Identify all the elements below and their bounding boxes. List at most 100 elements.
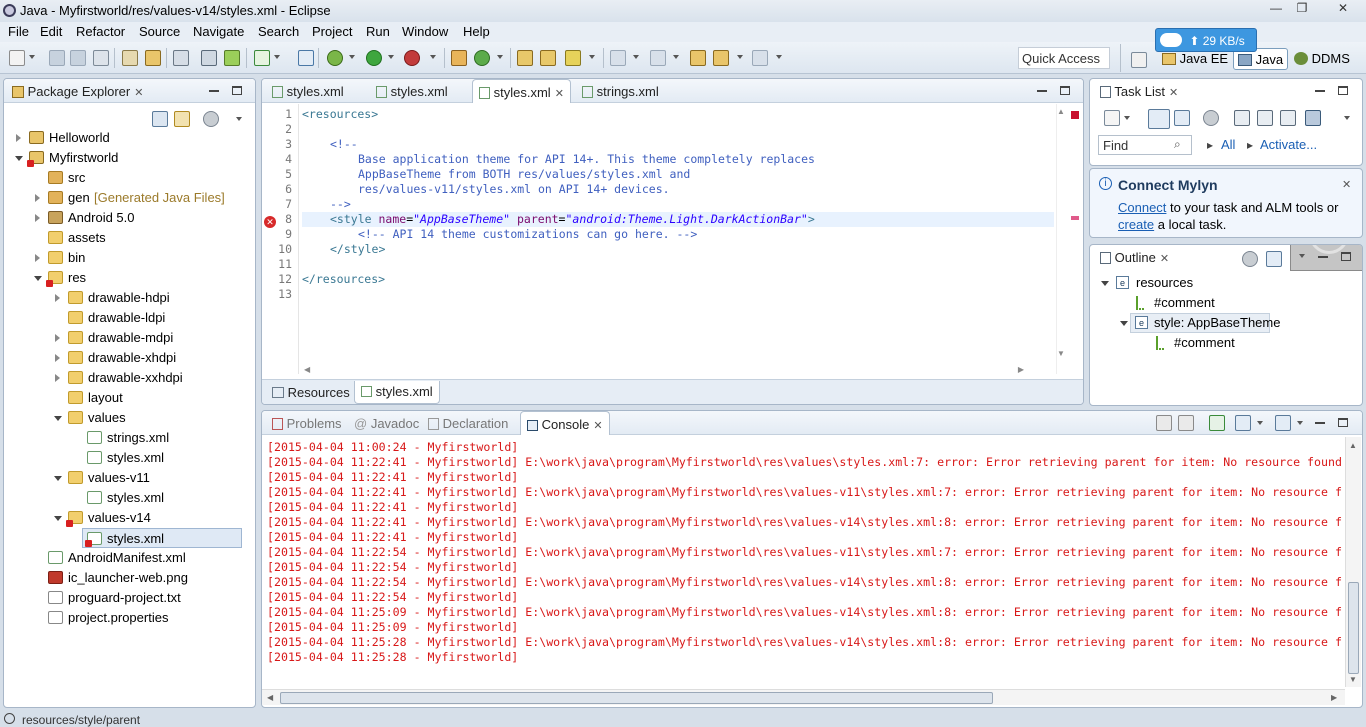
tree-item-project-properties[interactable]: project.properties — [4, 608, 254, 628]
minimize-icon[interactable] — [1318, 256, 1328, 258]
minimize-button[interactable]: — — [1264, 1, 1288, 17]
focus-on-task-icon[interactable] — [203, 111, 219, 127]
tree-item-values-v11[interactable]: values-v11 — [4, 468, 254, 488]
tree-item-strings-xml[interactable]: strings.xml — [4, 428, 254, 448]
menu-file[interactable]: File — [8, 24, 29, 39]
new-java-package-icon[interactable] — [451, 50, 467, 66]
categorized-view-icon[interactable] — [1148, 109, 1170, 129]
maximize-icon[interactable] — [1338, 86, 1348, 95]
scroll-left-arrow-icon[interactable]: ◀ — [304, 365, 310, 374]
next-annotation-icon[interactable] — [610, 50, 626, 66]
tree-item-drawable-mdpi[interactable]: drawable-mdpi — [4, 328, 254, 348]
menu-refactor[interactable]: Refactor — [76, 24, 125, 39]
run-icon[interactable] — [366, 50, 382, 66]
tree-item-helloworld[interactable]: Helloworld — [4, 128, 254, 148]
outline-item-style[interactable]: e style: AppBaseTheme — [1090, 313, 1360, 333]
editor-vertical-scrollbar[interactable]: ▲ ▼ — [1056, 104, 1082, 374]
new-icon[interactable] — [9, 50, 25, 66]
lint-icon[interactable] — [254, 50, 270, 66]
tree-item-gen[interactable]: gen [Generated Java Files] — [4, 188, 254, 208]
console-horizontal-scrollbar[interactable]: ◀ ▶ — [262, 689, 1345, 705]
new-task-dropdown-icon[interactable] — [1124, 116, 1130, 120]
open-perspective-icon[interactable] — [1131, 52, 1147, 68]
tab-task-list[interactable]: Task List ✕ — [1094, 79, 1184, 103]
close-icon[interactable]: ✕ — [1169, 87, 1178, 99]
toggle-mark-icon[interactable] — [173, 50, 189, 66]
tree-item-values[interactable]: values — [4, 408, 254, 428]
open-console-dropdown-icon[interactable] — [1297, 421, 1303, 425]
scroll-down-arrow-icon[interactable]: ▼ — [1057, 349, 1065, 358]
close-icon[interactable]: ✕ — [1160, 253, 1169, 265]
synchronize-icon[interactable] — [1257, 110, 1273, 126]
close-icon[interactable]: ✕ — [593, 420, 602, 432]
tab-console[interactable]: Console ✕ — [520, 411, 610, 435]
maximize-icon[interactable] — [1341, 252, 1351, 261]
clear-console-icon[interactable] — [1156, 415, 1172, 431]
code-area[interactable]: <resources> <!-- Base application theme … — [302, 104, 1054, 374]
error-overview-marker[interactable] — [1071, 216, 1079, 220]
tree-item-drawable-ldpi[interactable]: drawable-ldpi — [4, 308, 254, 328]
tree-item-myfirstworld[interactable]: Myfirstworld — [4, 148, 254, 168]
minimize-icon[interactable] — [1315, 422, 1325, 424]
activate-task-link[interactable]: Activate... — [1260, 137, 1317, 152]
tab-resources[interactable]: Resources — [266, 382, 356, 404]
menu-search[interactable]: Search — [258, 24, 299, 39]
outline-item-comment[interactable]: #comment — [1090, 293, 1360, 313]
tab-declaration[interactable]: Declaration — [422, 411, 514, 435]
tree-item-android-manifest[interactable]: AndroidManifest.xml — [4, 548, 254, 568]
restore-button[interactable]: ❐ — [1290, 1, 1314, 17]
new-java-class-icon[interactable] — [474, 50, 490, 66]
tree-item-launcher-png[interactable]: ic_launcher-web.png — [4, 568, 254, 588]
close-icon[interactable]: ✕ — [1342, 178, 1351, 191]
menu-run[interactable]: Run — [366, 24, 390, 39]
console-h-scroll-thumb[interactable] — [280, 692, 993, 704]
menu-edit[interactable]: Edit — [40, 24, 62, 39]
pencil-icon[interactable] — [565, 50, 581, 66]
connect-link[interactable]: Connect — [1118, 200, 1166, 215]
tree-item-drawable-xhdpi[interactable]: drawable-xhdpi — [4, 348, 254, 368]
error-annotation-icon[interactable]: ✕ — [264, 216, 276, 228]
scroll-right-arrow-icon[interactable]: ▶ — [1331, 693, 1337, 702]
tree-item-styles-xml-selected[interactable]: styles.xml — [82, 528, 242, 548]
open-console-icon[interactable] — [1275, 415, 1291, 431]
open-folder-icon[interactable] — [540, 50, 556, 66]
new-dropdown-icon[interactable] — [29, 55, 35, 59]
tree-item-styles-xml[interactable]: styles.xml — [4, 488, 254, 508]
tree-item-bin[interactable]: bin — [4, 248, 254, 268]
outline-item-comment[interactable]: #comment — [1090, 333, 1360, 353]
console-output[interactable]: [2015-04-04 11:00:24 - Myfirstworld] [20… — [262, 437, 1344, 689]
last-edit-location-icon[interactable] — [690, 50, 706, 66]
minimize-icon[interactable] — [209, 90, 219, 92]
tree-item-proguard[interactable]: proguard-project.txt — [4, 588, 254, 608]
tree-item-drawable-xxhdpi[interactable]: drawable-xxhdpi — [4, 368, 254, 388]
editor-tab-styles-v14[interactable]: styles.xml ✕ — [472, 79, 571, 103]
tab-styles-xml-source[interactable]: styles.xml — [354, 381, 440, 404]
android-sdk-icon[interactable] — [224, 50, 240, 66]
view-menu-icon[interactable] — [1344, 116, 1350, 120]
filter-completed-icon[interactable] — [1234, 110, 1250, 126]
tab-problems[interactable]: Problems — [266, 411, 348, 435]
scroll-up-arrow-icon[interactable]: ▲ — [1057, 107, 1065, 116]
save-all-icon[interactable] — [70, 50, 86, 66]
open-task-icon[interactable] — [517, 50, 533, 66]
new-task-icon[interactable] — [1104, 110, 1120, 126]
menu-source[interactable]: Source — [139, 24, 180, 39]
collapse-all-icon[interactable] — [1280, 110, 1296, 126]
scroll-down-arrow-icon[interactable]: ▼ — [1349, 675, 1357, 684]
close-tab-icon[interactable]: ✕ — [555, 88, 564, 100]
debug-icon[interactable] — [327, 50, 343, 66]
view-menu-icon[interactable] — [236, 117, 242, 121]
tree-item-values-v14[interactable]: values-v14 — [4, 508, 254, 528]
scheduled-view-icon[interactable] — [1174, 110, 1190, 126]
maximize-icon[interactable] — [232, 86, 242, 95]
console-vertical-scrollbar[interactable]: ▲ ▼ — [1345, 437, 1361, 687]
scroll-up-arrow-icon[interactable]: ▲ — [1349, 441, 1357, 450]
collapse-icon[interactable] — [1266, 251, 1282, 267]
tab-package-explorer[interactable]: Package Explorer ✕ — [6, 79, 149, 103]
tree-item-src[interactable]: src — [4, 168, 254, 188]
build-icon[interactable] — [201, 50, 217, 66]
outline-item-resources[interactable]: e resources — [1090, 273, 1360, 293]
minimize-icon[interactable] — [1315, 90, 1325, 92]
perspective-ddms[interactable]: DDMS — [1290, 48, 1354, 70]
forward-icon[interactable] — [752, 50, 768, 66]
